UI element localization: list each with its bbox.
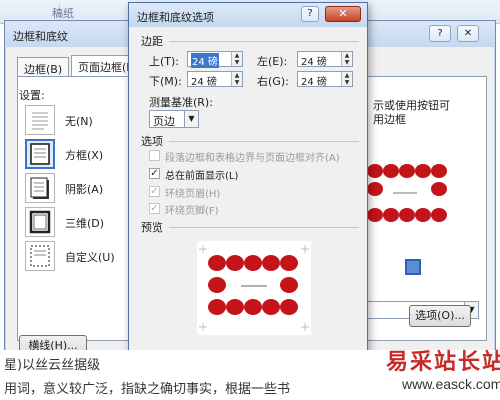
setting-label: 自定义(U) [65,251,115,264]
chevron-down-icon[interactable]: ▼ [184,111,198,127]
close-button[interactable]: ✕ [457,25,479,42]
right-margin-value[interactable]: 24 磅 [301,73,327,88]
setting-custom-icon [25,241,55,271]
measure-from-label: 测量基准(R): [149,96,213,109]
divider [169,227,359,228]
spin-arrows-icon[interactable]: ▲ ▼ [231,72,242,86]
setting-box-icon [25,139,55,169]
setting-none-icon [25,105,55,135]
left-margin-value[interactable]: 24 磅 [301,53,327,68]
checkmark-icon[interactable]: ✓ [149,186,160,197]
measure-from-value: 页边 [153,115,175,128]
top-margin-value[interactable]: 24 磅 [191,53,219,68]
left-margin-label: 左(E): [257,55,288,68]
border-options-dialog: 边框和底纹选项 ? ✕ 边距 上(T): 24 磅 ▲ ▼ 左(E): 24 磅 … [128,2,368,382]
document-text-line: 星)以丝云丝据级 [4,358,101,373]
checkbox-label: 段落边框和表格边界与页面边框对齐(A) [165,153,340,164]
divider [169,41,359,42]
margin-section-label: 边距 [141,35,163,48]
setting-shadow-icon [25,173,55,203]
checkbox-label: 环绕页眉(H) [165,189,221,200]
dialog-title: 边框和底纹选项 [137,11,214,24]
close-button[interactable]: ✕ [325,6,361,22]
checkbox-label: 环绕页脚(F) [165,206,219,217]
watermark-logo-text: 易采站长站 [386,349,500,375]
checkmark-icon[interactable]: ✓ [149,168,160,179]
setting-label: 阴影(A) [65,183,104,196]
setting-3d-icon [25,207,55,237]
right-margin-stepper[interactable]: 24 磅 ▲ ▼ [297,71,353,88]
dialog-title-bar[interactable]: 边框和底纹选项 ? ✕ [129,3,367,27]
preview-hint-line: 用边框 [373,113,406,126]
checkmark-icon[interactable]: ✓ [149,203,160,214]
bottom-margin-label: 下(M): [149,75,182,88]
settings-label: 设置: [19,89,45,102]
top-margin-stepper[interactable]: 24 磅 ▲ ▼ [187,51,243,68]
bottom-margin-stepper[interactable]: 24 磅 ▲ ▼ [187,71,243,88]
measure-from-select[interactable]: 页边 ▼ [149,110,199,128]
site-watermark: 易采站长站 www.easck.com [358,340,500,398]
dialog-title: 边框和底纹 [13,30,68,43]
ribbon-cell [0,3,60,21]
checkbox-box[interactable] [149,150,160,161]
top-margin-label: 上(T): [149,55,180,68]
help-button[interactable]: ? [301,6,319,22]
options-section-label: 选项 [141,135,163,148]
setting-label: 无(N) [65,115,93,128]
left-margin-stepper[interactable]: 24 磅 ▲ ▼ [297,51,353,68]
border-preview-graphic[interactable] [197,241,311,335]
bottom-margin-value[interactable]: 24 磅 [191,73,217,88]
document-text-line: 用词，意义较广泛，指缺之确切事实，根据一些书 [4,382,291,397]
watermark-url: www.easck.com [402,376,500,392]
options-button[interactable]: 选项(O)... [409,305,471,327]
ribbon-label[interactable]: 稿纸 [52,5,74,21]
spin-arrows-icon[interactable]: ▲ ▼ [231,52,242,66]
right-margin-label: 右(G): [257,75,289,88]
setting-label: 三维(D) [65,217,105,230]
setting-label: 方框(X) [65,149,104,162]
checkbox-label: 总在前面显示(L) [165,171,239,182]
apply-to-icon[interactable] [405,259,421,275]
tab-borders[interactable]: 边框(B) [17,57,70,77]
help-button[interactable]: ? [429,25,451,42]
preview-section-label: 预览 [141,221,163,234]
spin-arrows-icon[interactable]: ▲ ▼ [341,72,352,86]
page-preview-graphic[interactable] [357,159,447,239]
divider [169,141,359,142]
spin-arrows-icon[interactable]: ▲ ▼ [341,52,352,66]
